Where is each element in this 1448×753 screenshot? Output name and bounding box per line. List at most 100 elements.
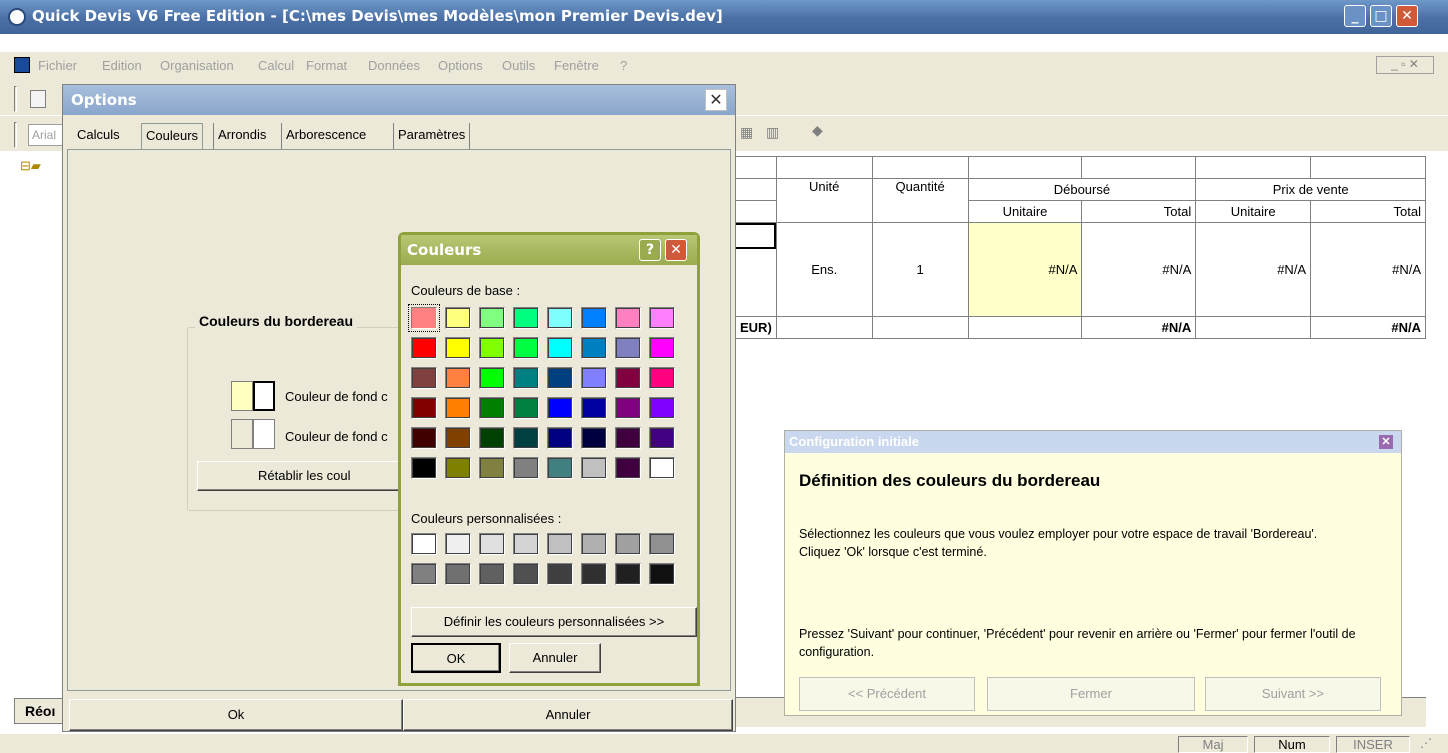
options-ok-button[interactable]: Ok: [69, 699, 403, 731]
insert-col-icon[interactable]: ▥: [766, 124, 786, 142]
menu-edition[interactable]: Edition: [102, 58, 142, 73]
base-color-swatch[interactable]: [408, 304, 440, 332]
custom-color-swatch[interactable]: [547, 533, 573, 555]
base-color-swatch[interactable]: [615, 337, 641, 359]
custom-color-swatch[interactable]: [581, 533, 607, 555]
define-custom-colors-button[interactable]: Définir les couleurs personnalisées >>: [411, 607, 697, 637]
base-color-swatch[interactable]: [581, 337, 607, 359]
close-button[interactable]: ✕: [1396, 5, 1418, 27]
base-color-swatch[interactable]: [411, 367, 437, 389]
cell-pv-total[interactable]: #N/A: [1310, 222, 1426, 317]
cell-quantite[interactable]: 1: [871, 222, 969, 317]
menu-outils[interactable]: Outils: [502, 58, 535, 73]
custom-color-swatch[interactable]: [581, 563, 607, 585]
base-color-swatch[interactable]: [411, 457, 437, 479]
fond1-button[interactable]: [253, 381, 275, 411]
menu-calcul[interactable]: Calcul: [258, 58, 294, 73]
base-color-swatch[interactable]: [513, 337, 539, 359]
selected-cell[interactable]: [736, 223, 776, 249]
tab-parametres[interactable]: Paramètres: [393, 123, 471, 149]
base-color-swatch[interactable]: [513, 307, 539, 329]
fond1-swatch[interactable]: [231, 381, 253, 411]
base-color-swatch[interactable]: [547, 397, 573, 419]
base-color-swatch[interactable]: [581, 367, 607, 389]
hdr-deb-total[interactable]: Total: [1081, 200, 1197, 223]
base-color-swatch[interactable]: [513, 427, 539, 449]
base-color-swatch[interactable]: [513, 397, 539, 419]
base-color-swatch[interactable]: [445, 397, 471, 419]
left-bottom-tab[interactable]: Réoı: [14, 698, 64, 724]
base-color-swatch[interactable]: [615, 457, 641, 479]
base-color-swatch[interactable]: [547, 337, 573, 359]
base-color-swatch[interactable]: [581, 427, 607, 449]
menu-donnees[interactable]: Données: [368, 58, 420, 73]
custom-color-swatch[interactable]: [513, 563, 539, 585]
custom-color-swatch[interactable]: [445, 533, 471, 555]
help-button[interactable]: ?: [639, 239, 661, 261]
base-color-swatch[interactable]: [411, 397, 437, 419]
base-color-swatch[interactable]: [479, 367, 505, 389]
base-color-swatch[interactable]: [479, 337, 505, 359]
custom-color-swatch[interactable]: [513, 533, 539, 555]
menu-fenetre[interactable]: Fenêtre: [554, 58, 599, 73]
base-color-swatch[interactable]: [513, 457, 539, 479]
tab-arborescence[interactable]: Arborescence: [281, 123, 370, 149]
menu-help[interactable]: ?: [620, 58, 627, 73]
base-color-swatch[interactable]: [547, 427, 573, 449]
custom-color-swatch[interactable]: [615, 563, 641, 585]
base-color-swatch[interactable]: [445, 367, 471, 389]
base-color-swatch[interactable]: [581, 457, 607, 479]
base-color-swatch[interactable]: [649, 367, 675, 389]
base-color-swatch[interactable]: [649, 397, 675, 419]
hdr-deb-unitaire[interactable]: Unitaire: [967, 200, 1083, 223]
colors-cancel-button[interactable]: Annuler: [509, 643, 601, 673]
menu-format[interactable]: Format: [306, 58, 347, 73]
hdr-debourse[interactable]: Déboursé: [967, 178, 1197, 201]
base-color-swatch[interactable]: [547, 367, 573, 389]
base-color-swatch[interactable]: [513, 367, 539, 389]
base-color-swatch[interactable]: [479, 457, 505, 479]
total-label[interactable]: EUR): [736, 316, 777, 339]
base-color-swatch[interactable]: [411, 427, 437, 449]
document-icon[interactable]: [30, 90, 46, 108]
colors-ok-button[interactable]: OK: [411, 643, 501, 673]
custom-color-swatch[interactable]: [445, 563, 471, 585]
custom-color-swatch[interactable]: [649, 563, 675, 585]
custom-color-swatch[interactable]: [411, 563, 437, 585]
fond2-button[interactable]: [253, 419, 275, 449]
custom-color-swatch[interactable]: [649, 533, 675, 555]
minimize-button[interactable]: _: [1344, 5, 1366, 27]
maximize-button[interactable]: □: [1370, 5, 1392, 27]
base-color-swatch[interactable]: [445, 457, 471, 479]
hdr-pv-unitaire[interactable]: Unitaire: [1195, 200, 1312, 223]
custom-color-swatch[interactable]: [479, 563, 505, 585]
base-color-swatch[interactable]: [445, 427, 471, 449]
menu-fichier[interactable]: Fichier: [38, 58, 77, 73]
colors-close-button[interactable]: ✕: [665, 239, 687, 261]
tab-couleurs[interactable]: Couleurs: [141, 123, 204, 149]
hdr-unite[interactable]: Unité: [775, 178, 873, 223]
custom-color-swatch[interactable]: [479, 533, 505, 555]
base-color-swatch[interactable]: [649, 457, 675, 479]
base-color-swatch[interactable]: [649, 337, 675, 359]
base-color-swatch[interactable]: [445, 337, 471, 359]
fermer-button[interactable]: Fermer: [987, 677, 1195, 711]
tab-calculs[interactable]: Calculs: [73, 123, 124, 149]
hdr-prix-vente[interactable]: Prix de vente: [1195, 178, 1426, 201]
base-color-swatch[interactable]: [581, 307, 607, 329]
base-color-swatch[interactable]: [615, 397, 641, 419]
config-close-button[interactable]: ✕: [1379, 435, 1393, 449]
folder-icon[interactable]: ⊟▰: [20, 158, 50, 173]
paint-icon[interactable]: ◆: [812, 122, 832, 142]
base-color-swatch[interactable]: [411, 337, 437, 359]
previous-button[interactable]: << Précédent: [799, 677, 975, 711]
insert-row-icon[interactable]: ▦: [740, 124, 760, 142]
custom-color-swatch[interactable]: [411, 533, 437, 555]
base-color-swatch[interactable]: [547, 307, 573, 329]
fond2-swatch[interactable]: [231, 419, 253, 449]
cell-deb-total[interactable]: #N/A: [1081, 222, 1197, 317]
cell-pv-unitaire[interactable]: #N/A: [1195, 222, 1312, 317]
base-color-swatch[interactable]: [581, 397, 607, 419]
base-color-swatch[interactable]: [445, 307, 471, 329]
options-cancel-button[interactable]: Annuler: [403, 699, 733, 731]
